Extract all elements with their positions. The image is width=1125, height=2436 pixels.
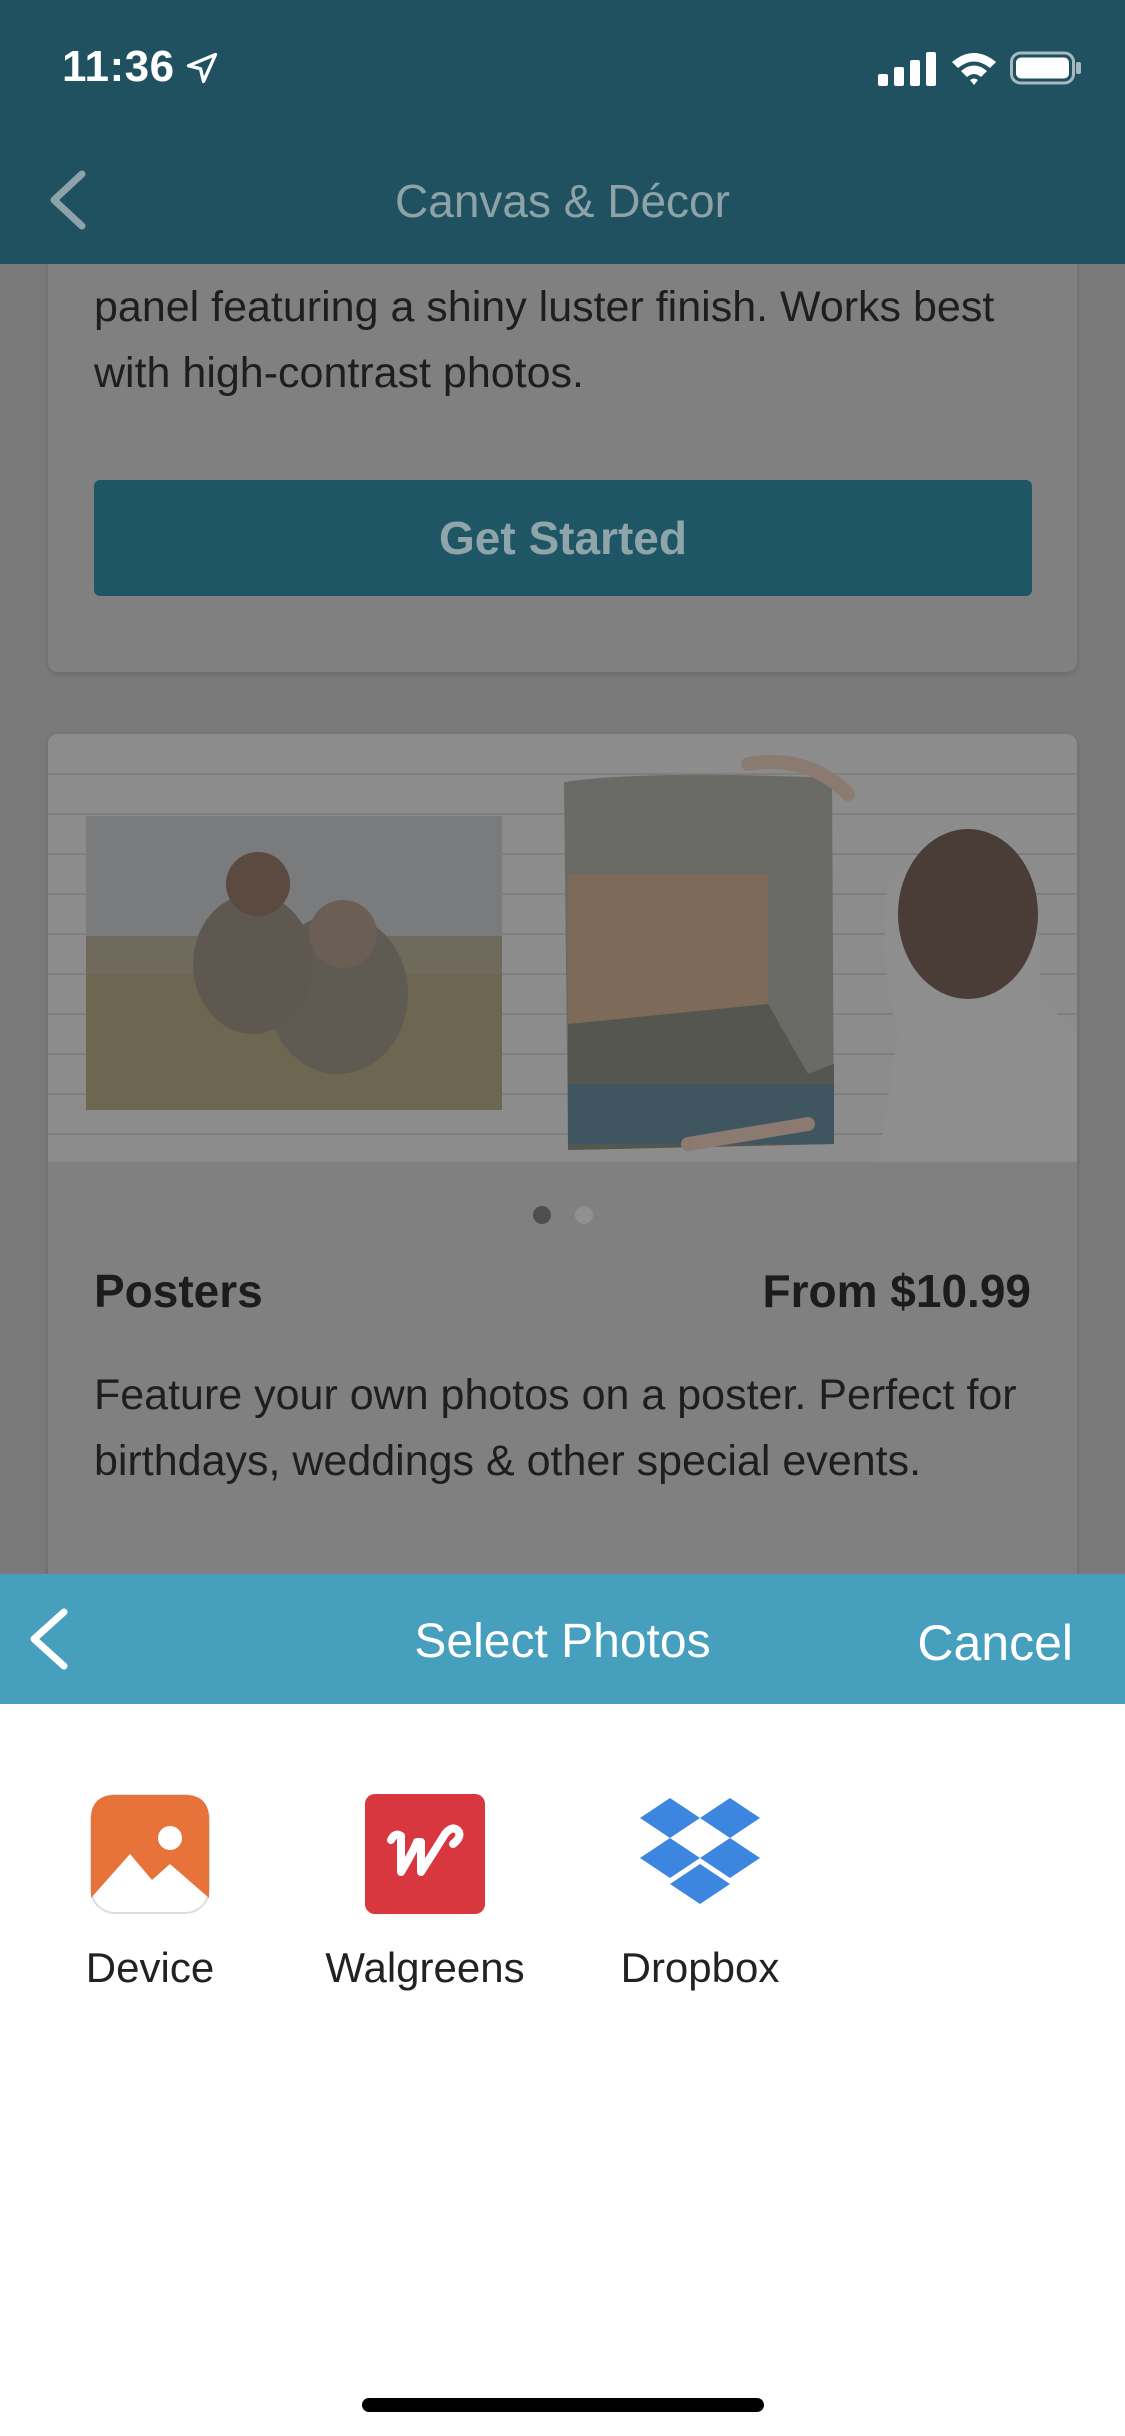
carousel-dot-active[interactable] [532, 1206, 551, 1224]
product-description: Feature your own photos on a poster. Per… [94, 1371, 1017, 1485]
product-title: Posters [94, 1265, 263, 1317]
status-time: 11:36 [62, 42, 175, 91]
source-label: Walgreens [325, 1944, 525, 1991]
source-device[interactable]: Device [20, 1794, 280, 1992]
carousel-dot[interactable] [574, 1206, 593, 1224]
poster-card: Posters From $10.99 Feature your own pho… [48, 734, 1077, 1574]
nav-bar: Canvas & Décor [0, 136, 1125, 264]
select-photos-header: Select Photos Cancel [0, 1574, 1125, 1704]
home-indicator[interactable] [362, 2398, 764, 2412]
dropbox-logo-icon [640, 1798, 760, 1904]
status-bar: 11:36 [0, 0, 1125, 136]
carousel-dots[interactable] [48, 1206, 1077, 1229]
source-walgreens[interactable]: Walgreens [295, 1794, 555, 1992]
product-price: From $10.99 [762, 1265, 1031, 1317]
walgreens-logo-icon [365, 1794, 485, 1914]
location-arrow-icon [186, 52, 218, 84]
source-label: Dropbox [620, 1944, 780, 1991]
cancel-button[interactable]: Cancel [917, 1614, 1073, 1672]
photos-app-icon [90, 1794, 210, 1914]
get-started-button[interactable]: Get Started [94, 480, 1032, 596]
product-description: panel featuring a shiny luster finish. W… [94, 283, 995, 397]
battery-icon [1010, 51, 1081, 85]
product-card: panel featuring a shiny luster finish. W… [48, 264, 1077, 672]
source-label: Device [85, 1944, 215, 1991]
product-list: panel featuring a shiny luster finish. W… [0, 264, 1125, 1574]
photo-source-picker: Device Walgreens Dropbox [0, 1704, 1125, 2436]
poster-product-image [48, 734, 1077, 1162]
cellular-signal-icon [878, 52, 936, 86]
source-dropbox[interactable]: Dropbox [570, 1794, 830, 1992]
page-title: Canvas & Décor [395, 175, 730, 227]
wifi-icon [952, 53, 996, 85]
